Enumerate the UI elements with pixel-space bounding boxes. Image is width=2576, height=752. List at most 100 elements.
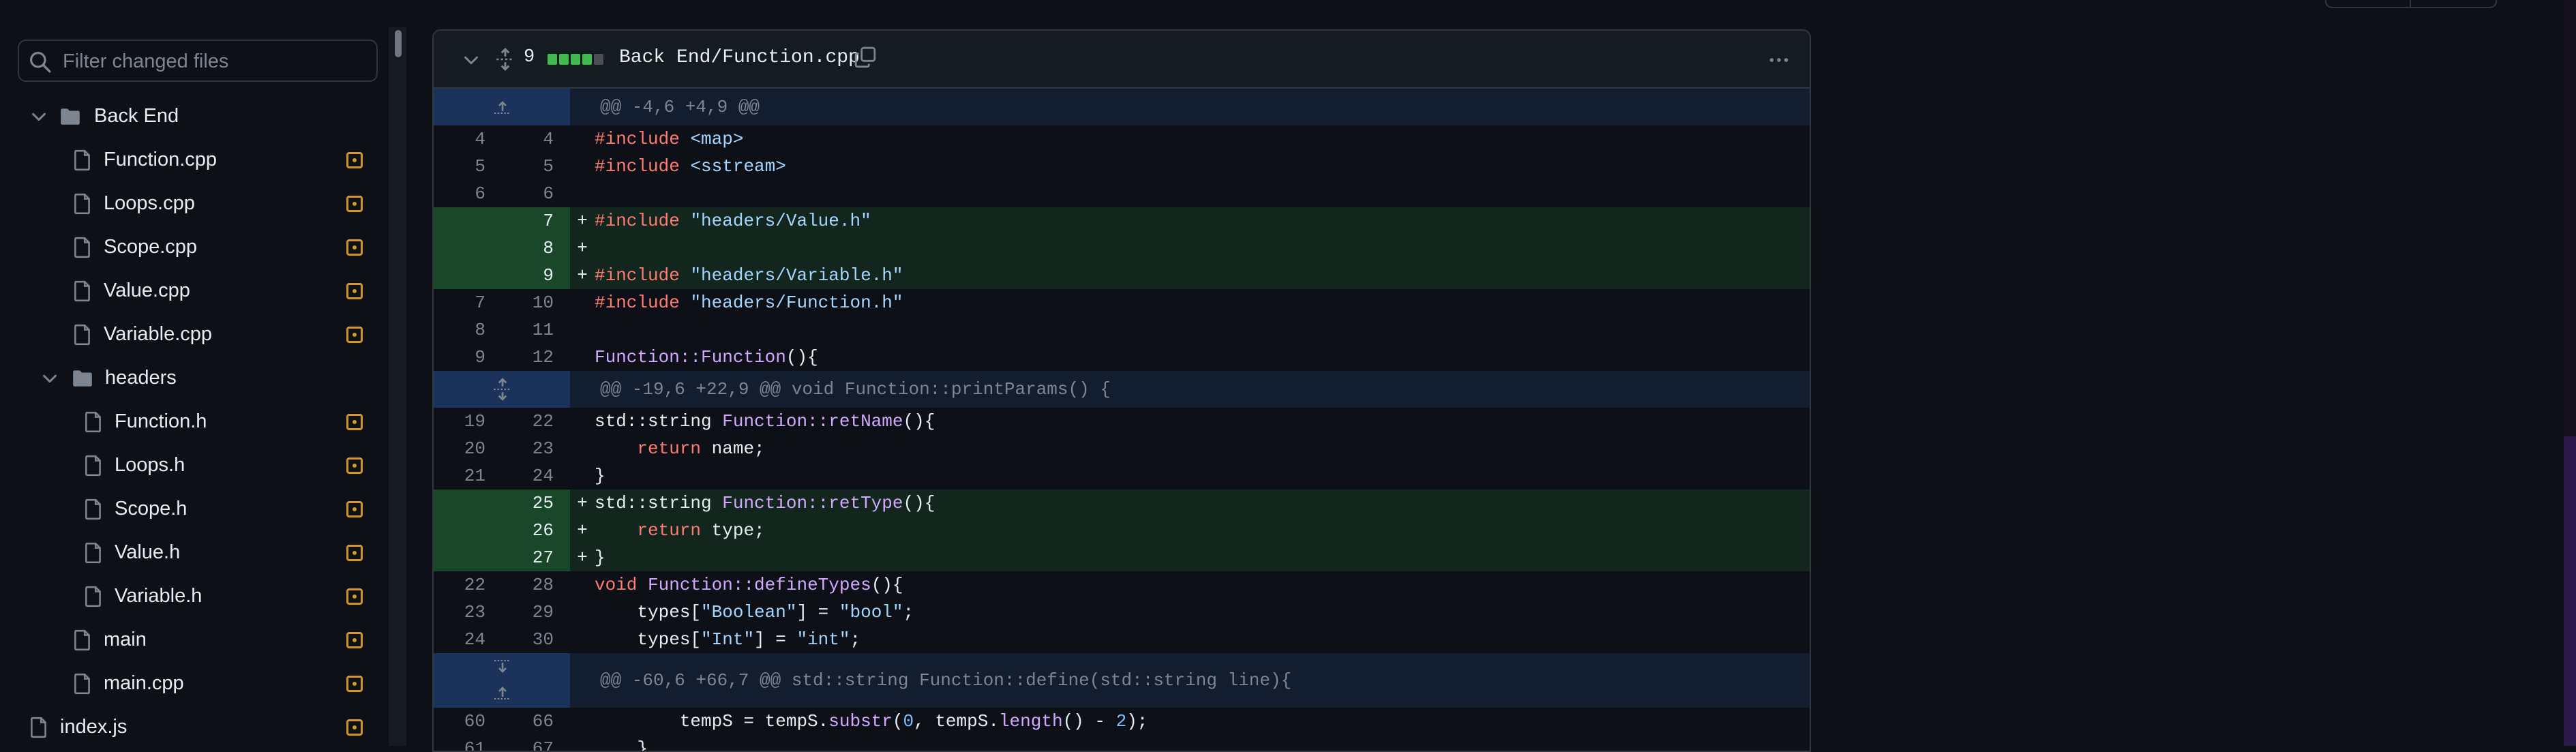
diff-marker: + [577, 493, 588, 513]
file-row[interactable]: index.js [0, 706, 382, 749]
new-line-number[interactable]: 5 [502, 153, 570, 180]
hunk-expander[interactable] [434, 371, 570, 408]
new-line-number[interactable]: 4 [502, 125, 570, 153]
new-line-number[interactable]: 6 [502, 180, 570, 207]
filter-changed-files[interactable] [18, 40, 378, 82]
file-row[interactable]: Variable.h [0, 575, 382, 618]
hunk-header-row: @@ -4,6 +4,9 @@ [434, 89, 1810, 125]
context-line: 66 [434, 180, 1810, 207]
hunk-expander[interactable] [434, 653, 570, 708]
old-line-number[interactable]: 8 [434, 316, 502, 344]
old-line-number[interactable]: 24 [434, 626, 502, 653]
added-line: 9 + #include "headers/Variable.h" [434, 262, 1810, 289]
file-row[interactable]: Variable.cpp [0, 314, 382, 356]
diff-marker: + [577, 547, 588, 568]
new-line-number[interactable]: 30 [502, 626, 570, 653]
file-row[interactable]: Scope.h [0, 488, 382, 530]
view-toggle-group[interactable] [2325, 0, 2497, 8]
code-content: void Function::defineTypes(){ [595, 571, 1810, 599]
kebab-menu-icon[interactable] [1767, 48, 1791, 72]
file-row[interactable]: Loops.h [0, 445, 382, 487]
code-token: "headers/Variable.h" [690, 265, 903, 286]
file-row[interactable]: main.cpp [0, 663, 382, 705]
old-line-number[interactable] [434, 207, 502, 235]
file-row[interactable]: main [0, 619, 382, 661]
new-line-number[interactable]: 22 [502, 408, 570, 435]
sidebar-scrollbar[interactable] [389, 27, 406, 746]
diff-marker [570, 462, 595, 490]
old-line-number[interactable]: 20 [434, 435, 502, 462]
code-token: ] = [796, 602, 839, 622]
file-name[interactable]: Back End/Function.cpp [619, 47, 860, 68]
folder-row[interactable]: Back End [0, 95, 382, 138]
new-line-number[interactable]: 8 [502, 235, 570, 262]
context-line: 61 67 } [434, 735, 1810, 752]
code-content: types["Boolean"] = "bool"; [595, 599, 1810, 626]
file-row[interactable]: Function.cpp [0, 139, 382, 181]
code-content: types["Int"] = "int"; [595, 626, 1810, 653]
file-row[interactable]: Function.h [0, 401, 382, 443]
new-line-number[interactable]: 67 [502, 735, 570, 751]
old-line-number[interactable]: 4 [434, 125, 502, 153]
folder-label: Back End [94, 105, 179, 127]
filter-input[interactable] [61, 46, 371, 76]
new-line-number[interactable]: 9 [502, 262, 570, 289]
old-line-number[interactable]: 61 [434, 735, 502, 751]
expand-all-icon[interactable] [494, 48, 517, 71]
expand-down-icon[interactable] [491, 659, 514, 675]
expand-icon[interactable] [491, 378, 514, 401]
hunk-expander[interactable] [434, 89, 570, 125]
file-label: Value.cpp [104, 280, 190, 301]
old-line-number[interactable] [434, 490, 502, 517]
old-line-number[interactable]: 21 [434, 462, 502, 490]
old-line-number[interactable] [434, 517, 502, 544]
old-line-number[interactable]: 23 [434, 599, 502, 626]
code-token: 0 [903, 711, 914, 732]
sidebar-scroll-thumb[interactable] [395, 30, 402, 57]
hunk-header-row: @@ -19,6 +22,9 @@ void Function::printPa… [434, 371, 1810, 408]
new-line-number[interactable]: 10 [502, 289, 570, 316]
file-label: Function.cpp [104, 149, 218, 170]
old-line-number[interactable]: 22 [434, 571, 502, 599]
old-line-number[interactable]: 7 [434, 289, 502, 316]
new-line-number[interactable]: 28 [502, 571, 570, 599]
new-line-number[interactable]: 26 [502, 517, 570, 544]
old-line-number[interactable] [434, 544, 502, 571]
code-token: } [595, 738, 648, 752]
chevron-down-icon[interactable] [29, 106, 49, 127]
code-token: return [637, 520, 702, 541]
old-line-number[interactable]: 60 [434, 708, 502, 735]
old-line-number[interactable]: 9 [434, 344, 502, 371]
file-label: Loops.h [115, 454, 185, 476]
old-line-number[interactable]: 6 [434, 180, 502, 207]
added-line: 8 + [434, 235, 1810, 262]
folder-row[interactable]: headers [0, 357, 382, 400]
file-row[interactable]: Value.h [0, 532, 382, 574]
old-line-number[interactable]: 5 [434, 153, 502, 180]
file-row[interactable]: Loops.cpp [0, 183, 382, 225]
new-line-number[interactable]: 29 [502, 599, 570, 626]
new-line-number[interactable]: 7 [502, 207, 570, 235]
file-tree-sidebar: Back End Function.cpp Loops.cpp Scope.cpp Va… [0, 0, 395, 746]
old-line-number[interactable]: 19 [434, 408, 502, 435]
hunk-header-text: @@ -60,6 +66,7 @@ std::string Function::… [600, 670, 1292, 691]
file-row[interactable]: Value.cpp [0, 270, 382, 312]
new-line-number[interactable]: 27 [502, 544, 570, 571]
new-line-number[interactable]: 66 [502, 708, 570, 735]
copy-icon[interactable] [854, 46, 877, 69]
new-line-number[interactable]: 25 [502, 490, 570, 517]
new-line-number[interactable]: 23 [502, 435, 570, 462]
file-row[interactable]: Scope.cpp [0, 226, 382, 269]
old-line-number[interactable] [434, 262, 502, 289]
chevron-down-icon[interactable] [40, 368, 60, 389]
expand-up-icon[interactable] [491, 99, 514, 115]
chevron-down-icon[interactable] [461, 50, 481, 70]
old-line-number[interactable] [434, 235, 502, 262]
new-line-number[interactable]: 11 [502, 316, 570, 344]
new-line-number[interactable]: 12 [502, 344, 570, 371]
expand-up-icon[interactable] [491, 685, 514, 701]
code-token: (){ [871, 575, 903, 595]
new-line-number[interactable]: 24 [502, 462, 570, 490]
